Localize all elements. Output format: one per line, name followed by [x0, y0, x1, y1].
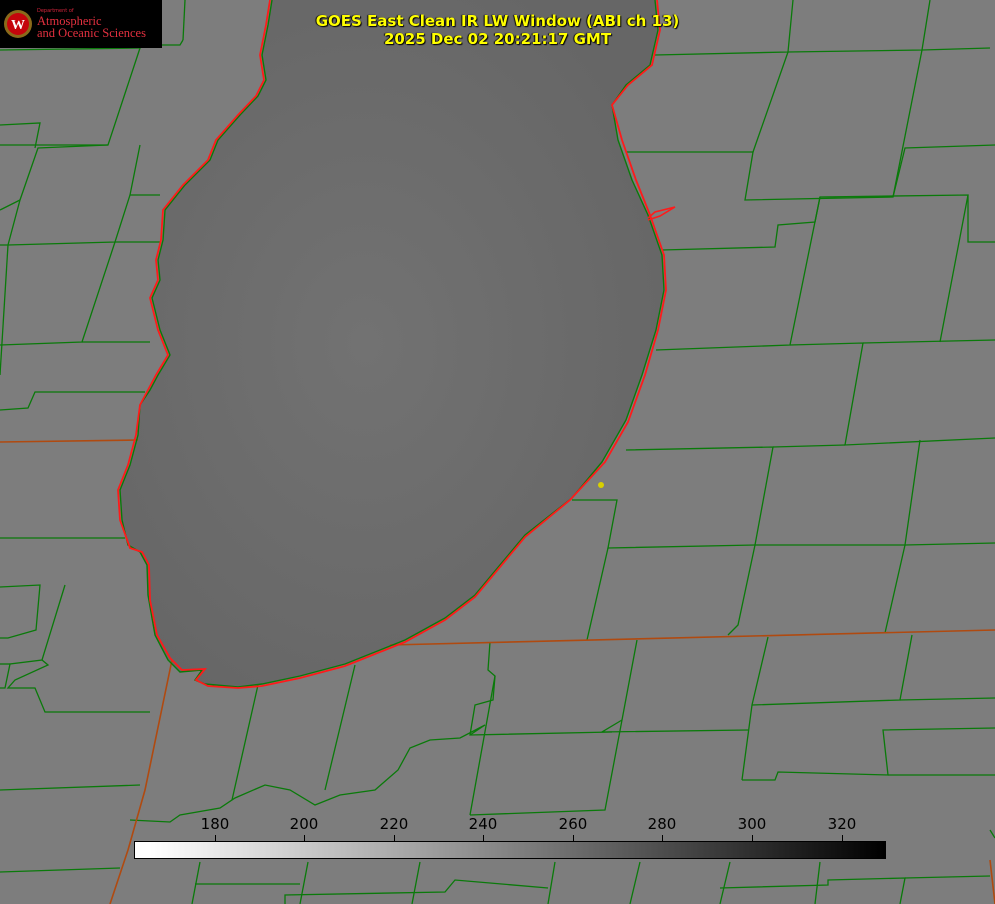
title-product: GOES East Clean IR LW Window (ABI ch 13) [315, 12, 680, 30]
colorbar-tick-labels: 180 200 220 240 260 280 300 320 [0, 815, 995, 833]
temperature-colorbar [134, 841, 886, 859]
colorbar-tick-label: 300 [737, 815, 767, 833]
colorbar-tick-label: 280 [647, 815, 677, 833]
colorbar-tick-label: 200 [289, 815, 319, 833]
location-marker [598, 482, 604, 488]
satellite-map [0, 0, 995, 904]
colorbar-tick-label: 220 [379, 815, 409, 833]
colorbar-tick-label: 240 [468, 815, 498, 833]
image-title: GOES East Clean IR LW Window (ABI ch 13)… [0, 12, 995, 48]
colorbar-tick-label: 320 [827, 815, 857, 833]
colorbar-tick-label: 260 [558, 815, 588, 833]
colorbar-tick-label: 180 [200, 815, 230, 833]
title-timestamp: 2025 Dec 02 20:21:17 GMT [383, 30, 612, 48]
